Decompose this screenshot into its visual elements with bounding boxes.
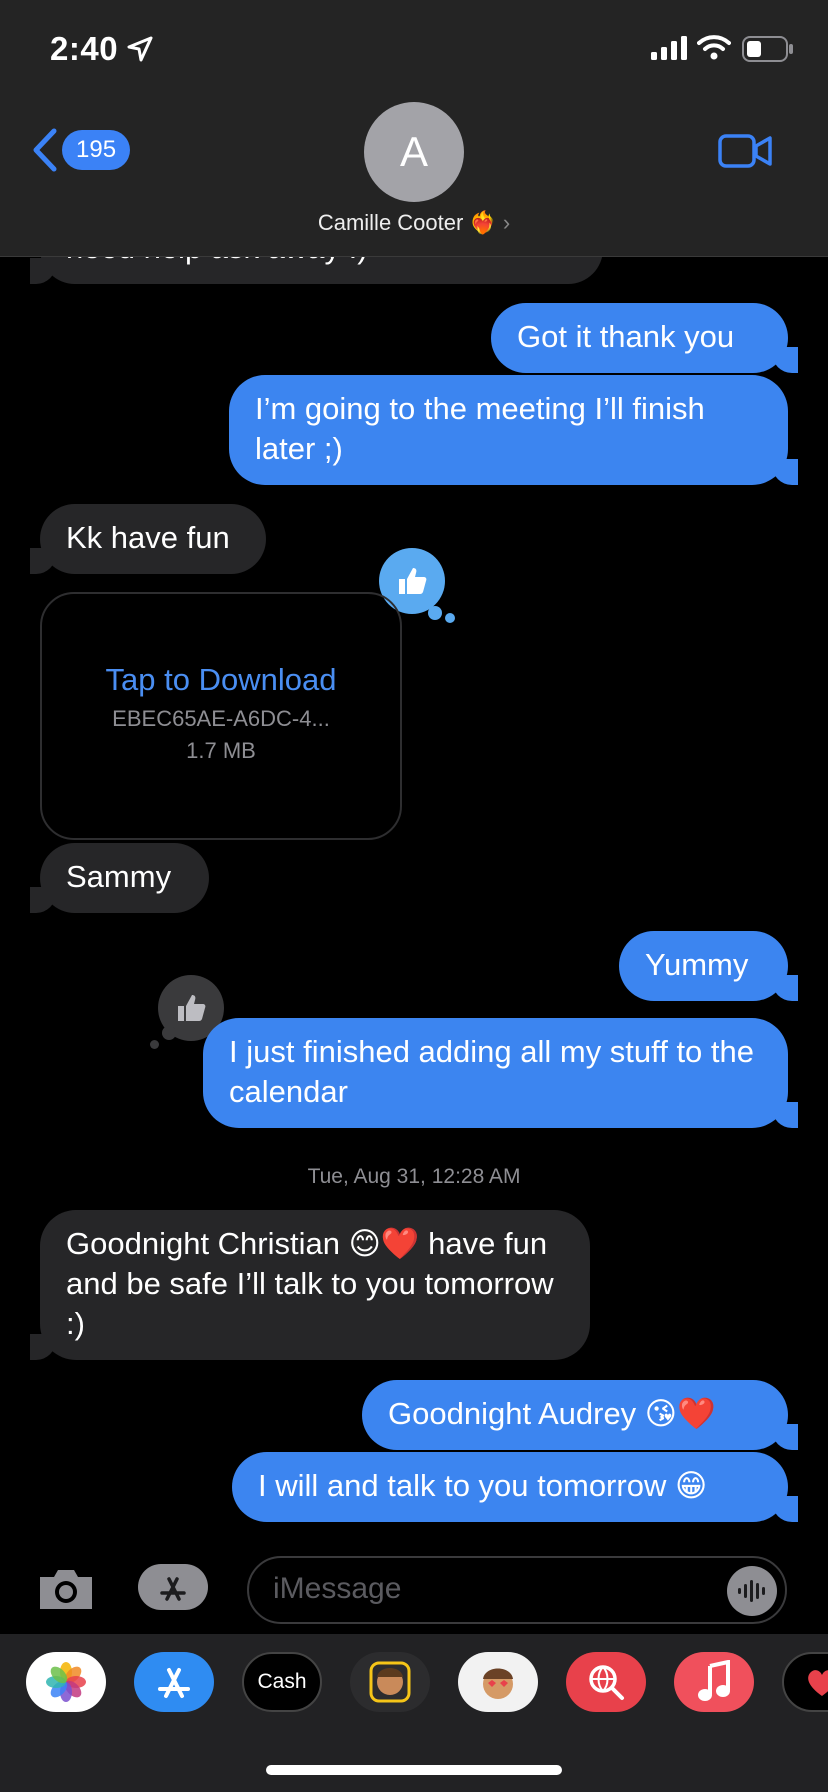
incoming-message[interactable]: Sammy [30, 843, 209, 913]
message-text: Got it thank you [517, 319, 735, 354]
tapback-bubble-dot [150, 1040, 159, 1049]
back-button[interactable]: 195 [30, 128, 131, 172]
music-icon [698, 1660, 730, 1701]
chevron-right-icon: › [502, 210, 511, 235]
tapback-bubble-dot [445, 613, 455, 623]
outgoing-message[interactable]: Goodnight Audrey 😘❤️ [362, 1380, 798, 1450]
memoji-icon [369, 1661, 411, 1703]
message-text: I will and talk to you tomorrow 😁 [258, 1468, 708, 1503]
music-app-button[interactable] [674, 1652, 754, 1712]
app-store-app-button[interactable] [134, 1652, 214, 1712]
voice-message-button[interactable] [727, 1566, 777, 1616]
photos-app-button[interactable] [26, 1652, 106, 1712]
memoji-stickers-icon [483, 1668, 513, 1699]
attachment-filename: EBEC65AE-A6DC-4... [112, 706, 330, 731]
attachment-card[interactable]: Tap to Download EBEC65AE-A6DC-4... 1.7 M… [40, 592, 402, 840]
apple-cash-icon: Cash [257, 1670, 307, 1693]
home-indicator[interactable] [266, 1765, 562, 1775]
tap-to-download-link[interactable]: Tap to Download [42, 662, 400, 698]
message-text: Yummy [645, 947, 749, 982]
incoming-message[interactable]: Kk have fun [30, 504, 266, 574]
outgoing-message[interactable]: Yummy [619, 931, 798, 1001]
message-timestamp: Tue, Aug 31, 12:28 AM [307, 1165, 521, 1188]
wifi-icon [697, 35, 731, 60]
outgoing-message[interactable]: I just finished adding all my stuff to t… [203, 1018, 798, 1128]
avatar-initial: A [399, 128, 428, 175]
app-store-icon [158, 1668, 190, 1698]
tapback-bubble-dot [162, 1026, 176, 1040]
memoji-stickers-app-button[interactable] [458, 1652, 538, 1712]
message-input[interactable]: iMessage [247, 1556, 787, 1624]
message-text: I’m going to the meeting I’ll finish lat… [255, 391, 705, 466]
thumbs-up-icon [178, 995, 206, 1021]
contact-avatar[interactable]: A [364, 102, 464, 202]
unread-count-badge: 195 [62, 130, 131, 170]
app-store-icon [160, 1577, 186, 1601]
waveform-icon [738, 1580, 765, 1602]
contact-name-button[interactable]: Camille Cooter ❤️‍🔥 › [0, 210, 828, 236]
digital-touch-icon [808, 1670, 828, 1696]
web-images-app-button[interactable] [566, 1652, 646, 1712]
tapback-bubble-dot [428, 606, 442, 620]
message-text: Kk have fun [66, 520, 230, 555]
message-input-placeholder: iMessage [273, 1572, 402, 1605]
app-store-button[interactable] [138, 1564, 208, 1610]
memoji-app-button[interactable] [350, 1652, 430, 1712]
message-text: Goodnight Audrey 😘❤️ [388, 1396, 716, 1431]
outgoing-message[interactable]: I will and talk to you tomorrow 😁 [232, 1452, 798, 1522]
digital-touch-app-button[interactable] [782, 1652, 828, 1712]
cellular-signal-icon [651, 36, 687, 60]
message-text: I just finished adding all my stuff to t… [229, 1034, 755, 1109]
outgoing-message[interactable]: I’m going to the meeting I’ll finish lat… [229, 375, 798, 485]
web-search-icon [589, 1665, 624, 1700]
incoming-message[interactable]: Goodnight Christian 😊❤️ have fun and be … [30, 1210, 590, 1360]
conversation-header: 2:40 195 A Camille Cooter ❤️‍🔥 › [0, 0, 828, 257]
message-text: Goodnight Christian 😊❤️ have fun and be … [66, 1226, 554, 1341]
chevron-left-icon [33, 128, 57, 172]
thumbs-up-icon [399, 568, 427, 594]
apple-cash-app-button[interactable]: Cash [242, 1652, 322, 1712]
battery-icon [742, 36, 793, 62]
status-time: 2:40 [50, 30, 119, 67]
camera-icon[interactable] [36, 1565, 96, 1613]
outgoing-message[interactable]: Got it thank you [491, 303, 798, 373]
message-text: Sammy [66, 859, 172, 894]
contact-name: Camille Cooter ❤️‍🔥 [317, 210, 497, 235]
facetime-video-icon[interactable] [718, 133, 772, 169]
attachment-size: 1.7 MB [186, 738, 256, 763]
location-arrow-icon [127, 36, 153, 62]
photos-icon [46, 1662, 86, 1702]
